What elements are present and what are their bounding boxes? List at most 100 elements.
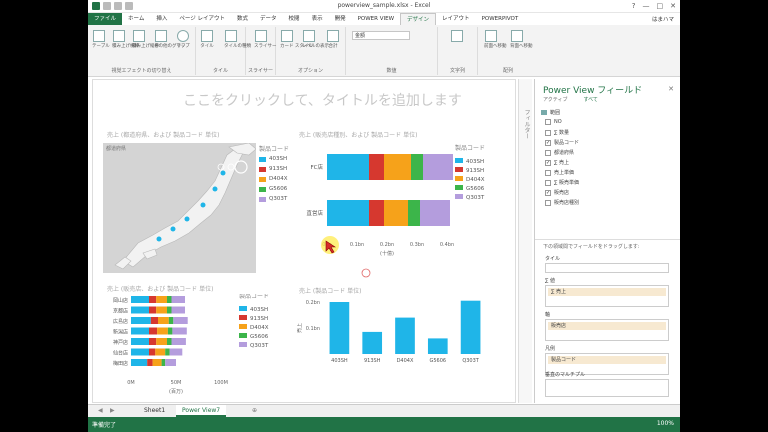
bar-segment [158, 317, 169, 324]
drop-zone-tile[interactable] [545, 263, 669, 273]
bar-segment [149, 296, 157, 303]
field-item[interactable]: ✓ ∑ 売上 [545, 159, 569, 166]
card-style-button[interactable]: カード スタイル [280, 30, 313, 49]
bar-segment [165, 348, 170, 356]
tab-layout[interactable]: レイアウト [436, 13, 476, 25]
filters-panel-toggle[interactable]: フィルター [518, 79, 532, 403]
font-button[interactable] [450, 30, 464, 42]
tick-label: 100M [214, 380, 228, 386]
filter-label: フィルター [523, 109, 530, 139]
axis-label: 売上 [297, 323, 303, 333]
tab-developer[interactable]: 開発 [329, 13, 352, 25]
column-bar [427, 338, 448, 354]
checkbox[interactable] [545, 199, 551, 206]
checkbox[interactable] [545, 169, 551, 176]
checkbox[interactable]: ✓ [545, 159, 551, 166]
ribbon-tabs: ファイル ホーム 挿入 ページ レイアウト 数式 データ 校閲 表示 開発 PO… [88, 13, 680, 25]
field-item[interactable]: NO [545, 119, 562, 125]
tab-powerpivot[interactable]: POWERPIVOT [476, 13, 525, 25]
drop-zone-vertical-multiples[interactable] [545, 379, 669, 397]
tab-active-fields[interactable]: アクティブ [543, 96, 567, 103]
tab-formulas[interactable]: 数式 [231, 13, 254, 25]
field-item[interactable]: 売上単価 [545, 169, 574, 176]
pane-divider [535, 239, 680, 240]
field-item[interactable]: 販売店種別 [545, 199, 579, 206]
tab-page-layout[interactable]: ページ レイアウト [173, 13, 231, 25]
add-sheet-button[interactable]: ⊕ [246, 405, 263, 417]
total-button[interactable]: 合計 [326, 30, 340, 49]
axis-label: (十億) [380, 250, 394, 257]
stacked-column-button[interactable]: 積み上げ縦棒 [132, 30, 159, 49]
map-button[interactable]: マップ [176, 30, 190, 49]
user-name[interactable]: はまハマ [652, 15, 674, 23]
column-bar [329, 302, 350, 354]
drop-zone-axis[interactable]: 販売店 [545, 319, 669, 341]
levels-icon [303, 30, 315, 42]
table-node[interactable]: 範囲 [541, 109, 560, 116]
field-item[interactable]: ∑ 販売単価 [545, 179, 579, 186]
tab-view[interactable]: 表示 [306, 13, 329, 25]
tab-design[interactable]: デザイン [400, 13, 437, 25]
stacked-bar-button[interactable]: 積み上げ横棒 [112, 30, 139, 49]
sheet-tab[interactable]: Sheet1 [138, 405, 171, 417]
checkbox[interactable] [545, 179, 551, 186]
tab-review[interactable]: 校閲 [283, 13, 306, 25]
checkbox[interactable] [545, 119, 551, 125]
legend-swatch [455, 158, 463, 163]
bar-segment [157, 327, 168, 335]
send-backward-button[interactable]: 背面へ移動 [510, 30, 533, 49]
field-item[interactable]: ✓ 販売店 [545, 189, 569, 196]
pane-close-button[interactable]: ✕ [668, 85, 674, 93]
map-legend-item: G5606 [259, 186, 287, 192]
tile-button[interactable]: タイル [200, 30, 214, 49]
field-item[interactable]: ∑ 数量 [545, 129, 569, 136]
tab-file[interactable]: ファイル [88, 13, 123, 25]
tab-insert[interactable]: 挿入 [150, 13, 173, 25]
field-item[interactable]: ✓ 製品コード [545, 139, 579, 146]
field-item[interactable]: 都道府県 [545, 149, 574, 156]
column-chart[interactable]: 0.1bn 0.2bn 売上 403SH 913SH D404X G5606 Q303T [297, 298, 507, 368]
checkbox[interactable] [545, 129, 551, 136]
help-button[interactable]: ? [632, 2, 636, 10]
checkbox[interactable]: ✓ [545, 189, 551, 196]
map-title: 売上 (都道府県、および 製品コード 単位) [107, 132, 220, 139]
slicer-button[interactable]: スライサー [254, 30, 277, 49]
zoom-level[interactable]: 100% [657, 420, 674, 427]
legend-title: 製品コード [455, 144, 485, 152]
map-label: 都道府県 [106, 146, 127, 152]
bar-segment [149, 348, 156, 356]
area-label: 凡例 [545, 346, 556, 352]
close-button[interactable]: ✕ [670, 2, 676, 10]
tile-type-button[interactable]: タイルの種類 [224, 30, 251, 49]
bring-forward-button[interactable]: 前面へ移動 [484, 30, 507, 49]
category-label: 仙台店 [113, 350, 128, 357]
store-bar-chart[interactable]: 岡山店京都店広島店新潟店神戸店仙台店梅田店 0M 50M 100M (百万) 製品コード 4… [103, 294, 293, 398]
checkbox[interactable] [545, 149, 551, 156]
card-style-icon [281, 30, 293, 42]
checkbox[interactable]: ✓ [545, 139, 551, 146]
category-label: 913SH [364, 358, 381, 364]
table-button[interactable]: テーブル [92, 30, 110, 49]
area-chip[interactable]: 販売店 [548, 322, 666, 330]
minimize-button[interactable]: — [643, 2, 650, 10]
map-visual[interactable]: 都道府県 [103, 143, 256, 273]
map-legend-item: Q303T [259, 196, 287, 202]
area-chip[interactable]: 製品コード [548, 356, 666, 364]
area-chip[interactable]: ∑ 売上 [548, 288, 666, 296]
drop-zone-values[interactable]: ∑ 売上 [545, 285, 669, 307]
tab-power-view[interactable]: POWER VIEW [352, 13, 400, 25]
maximize-button[interactable]: □ [657, 2, 664, 10]
column-bar [362, 331, 383, 354]
power-view-canvas[interactable]: ここをクリックして、タイトルを追加します 売上 (都道府県、および 製品コード … [92, 79, 516, 403]
tab-home[interactable]: ホーム [122, 13, 150, 25]
other-chart-button[interactable]: その他のグラフ [154, 30, 186, 49]
tab-data[interactable]: データ [254, 13, 283, 25]
number-format-dropdown[interactable]: 金額 [352, 31, 410, 40]
show-levels-button[interactable]: レベルの表示 [302, 30, 329, 49]
sheet-tab-active[interactable]: Power View7 [176, 405, 227, 417]
category-label: 新潟店 [113, 329, 128, 336]
sheet-nav-next[interactable]: ▶ [104, 405, 121, 417]
tick-label: 0.3bn [410, 242, 424, 248]
report-title-placeholder[interactable]: ここをクリックして、タイトルを追加します [183, 90, 462, 110]
tab-all-fields[interactable]: すべて [583, 96, 597, 103]
